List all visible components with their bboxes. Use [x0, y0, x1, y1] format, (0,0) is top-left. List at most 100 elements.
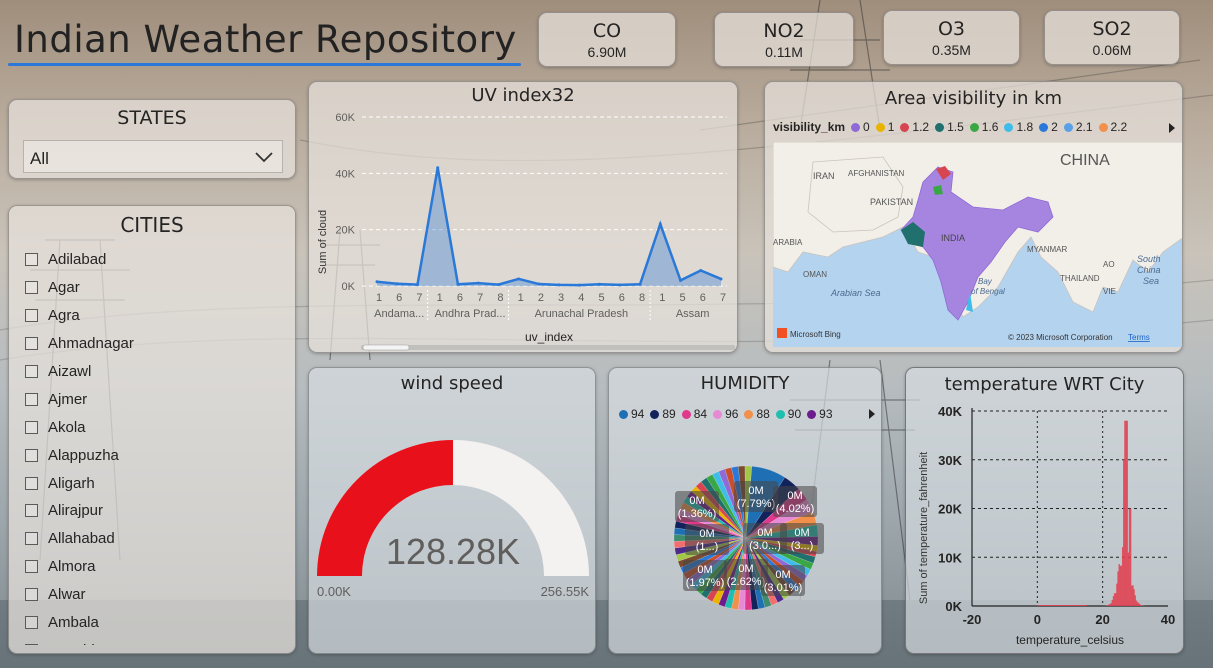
pie-label-value: 0M: [689, 495, 704, 507]
map-label-ao: AO: [1103, 260, 1115, 269]
uv-point[interactable]: [375, 280, 379, 284]
map-label-china-sea-1: China: [1137, 265, 1161, 275]
map-legend-item[interactable]: 2.1: [1063, 120, 1093, 134]
legend-next-icon[interactable]: [1167, 122, 1177, 134]
city-item[interactable]: Allahabad: [25, 525, 287, 553]
checkbox-icon[interactable]: [25, 643, 38, 645]
checkbox-icon[interactable]: [25, 560, 38, 574]
humidity-pie[interactable]: 0M(7.79%)0M(4.02%)0M(1.36%)0M(1...)0M(3.…: [609, 368, 882, 654]
pie-label-pct: (1...): [696, 541, 719, 553]
temp-y-tick: 30K: [938, 453, 962, 468]
city-item[interactable]: Alwar: [25, 581, 287, 609]
city-item[interactable]: Ambala: [25, 609, 287, 637]
map-legend-item[interactable]: 1.2: [900, 120, 929, 134]
uv-point[interactable]: [577, 283, 581, 287]
checkbox-icon[interactable]: [25, 448, 38, 462]
visibility-map[interactable]: CHINA IRAN AFGHANISTAN PAKISTAN INDIA MY…: [773, 142, 1183, 347]
map-label-iran: IRAN: [813, 171, 835, 181]
uv-point[interactable]: [719, 277, 723, 281]
map-legend-item[interactable]: 2.2: [1098, 120, 1127, 134]
city-item[interactable]: Agra: [25, 302, 287, 330]
uv-x-tick: 1: [376, 292, 382, 304]
pie-label-value: 0M: [775, 569, 790, 581]
city-label: Agar: [48, 279, 80, 297]
city-item[interactable]: Almora: [25, 553, 287, 581]
city-item[interactable]: Aligarh: [25, 469, 287, 497]
checkbox-icon[interactable]: [25, 616, 38, 630]
map-legend-item[interactable]: 1.6: [969, 120, 998, 134]
checkbox-icon[interactable]: [25, 420, 38, 434]
uv-point[interactable]: [415, 283, 419, 287]
temp-x-tick: 40: [1161, 612, 1175, 627]
uv-point[interactable]: [557, 283, 561, 287]
uv-x-tick: 5: [599, 292, 605, 304]
temp-x-tick: 0: [1034, 612, 1041, 627]
temperature-chart: Sum of temperature_fahrenheit temperatur…: [918, 404, 1175, 647]
checkbox-icon[interactable]: [25, 476, 38, 490]
city-item[interactable]: Amethi: [25, 636, 287, 645]
checkbox-icon[interactable]: [25, 281, 38, 295]
map-label-arabia: ARABIA: [773, 238, 803, 247]
uv-point[interactable]: [395, 282, 399, 286]
uv-point[interactable]: [699, 269, 703, 273]
map-label-india: INDIA: [941, 233, 965, 243]
uv-point[interactable]: [476, 281, 480, 285]
map-legend-item[interactable]: 0: [851, 120, 870, 134]
uv-point[interactable]: [496, 283, 500, 287]
city-item[interactable]: Aizawl: [25, 358, 287, 386]
kpi-card-o3: O3 0.35M: [883, 10, 1020, 65]
city-item[interactable]: Ajmer: [25, 385, 287, 413]
temp-y-tick: 20K: [938, 502, 962, 517]
map-legend-item[interactable]: 1: [875, 120, 894, 134]
kpi-label: O3: [937, 18, 966, 40]
uv-point[interactable]: [598, 282, 602, 286]
states-slicer: STATES All: [8, 99, 296, 179]
uv-y-tick: 60K: [335, 112, 355, 124]
kpi-label: CO: [592, 20, 622, 42]
checkbox-icon[interactable]: [25, 392, 38, 406]
checkbox-icon[interactable]: [25, 309, 38, 323]
map-legend-label: 1.2: [912, 120, 930, 134]
map-terms-link[interactable]: Terms: [1128, 333, 1150, 342]
uv-scrollbar-track[interactable]: [361, 345, 735, 350]
city-item[interactable]: Alappuzha: [25, 441, 287, 469]
checkbox-icon[interactable]: [25, 365, 38, 378]
pie-label-value: 0M: [697, 564, 712, 576]
uv-point[interactable]: [436, 166, 440, 170]
legend-dot-icon: [1039, 122, 1049, 132]
map-legend-item[interactable]: 1.5: [935, 120, 964, 134]
pie-label-value: 0M: [748, 485, 763, 497]
city-item[interactable]: Ahmadnagar: [25, 330, 287, 358]
city-label: Ahmadnagar: [48, 335, 134, 353]
states-dropdown[interactable]: All: [23, 140, 283, 173]
checkbox-icon[interactable]: [25, 532, 38, 546]
wind-gauge-card: wind speed 128.28K 0.00K 256.55K: [308, 367, 596, 654]
city-item[interactable]: Adilabad: [25, 246, 287, 274]
uv-x-tick: 7: [477, 292, 483, 304]
city-item[interactable]: Agar: [25, 274, 287, 302]
uv-point[interactable]: [537, 282, 541, 286]
uv-scrollbar-thumb[interactable]: [362, 344, 410, 351]
uv-point[interactable]: [679, 278, 683, 282]
map-label-china: CHINA: [1060, 152, 1110, 169]
map-legend-item[interactable]: 1.8: [1004, 120, 1033, 134]
uv-point[interactable]: [618, 283, 622, 287]
checkbox-icon[interactable]: [25, 588, 38, 602]
uv-group-label: Assam: [676, 308, 710, 320]
city-item[interactable]: Akola: [25, 413, 287, 441]
checkbox-icon[interactable]: [25, 337, 38, 351]
temp-x-axis-label: temperature_celsius: [1016, 633, 1124, 647]
uv-point[interactable]: [456, 282, 460, 286]
uv-point[interactable]: [517, 277, 521, 281]
uv-point[interactable]: [638, 282, 642, 286]
temp-bar[interactable]: [1085, 605, 1087, 606]
checkbox-icon[interactable]: [25, 504, 38, 518]
map-legend-item[interactable]: 2: [1039, 120, 1058, 134]
city-item[interactable]: Alirajpur: [25, 497, 287, 525]
checkbox-icon[interactable]: [25, 253, 38, 267]
legend-dot-icon: [1098, 122, 1108, 132]
uv-point[interactable]: [658, 222, 662, 226]
pie-label-pct: (2.62%): [727, 576, 766, 588]
uv-y-tick: 20K: [335, 225, 355, 237]
pie-label-pct: (1.36%): [678, 508, 717, 520]
